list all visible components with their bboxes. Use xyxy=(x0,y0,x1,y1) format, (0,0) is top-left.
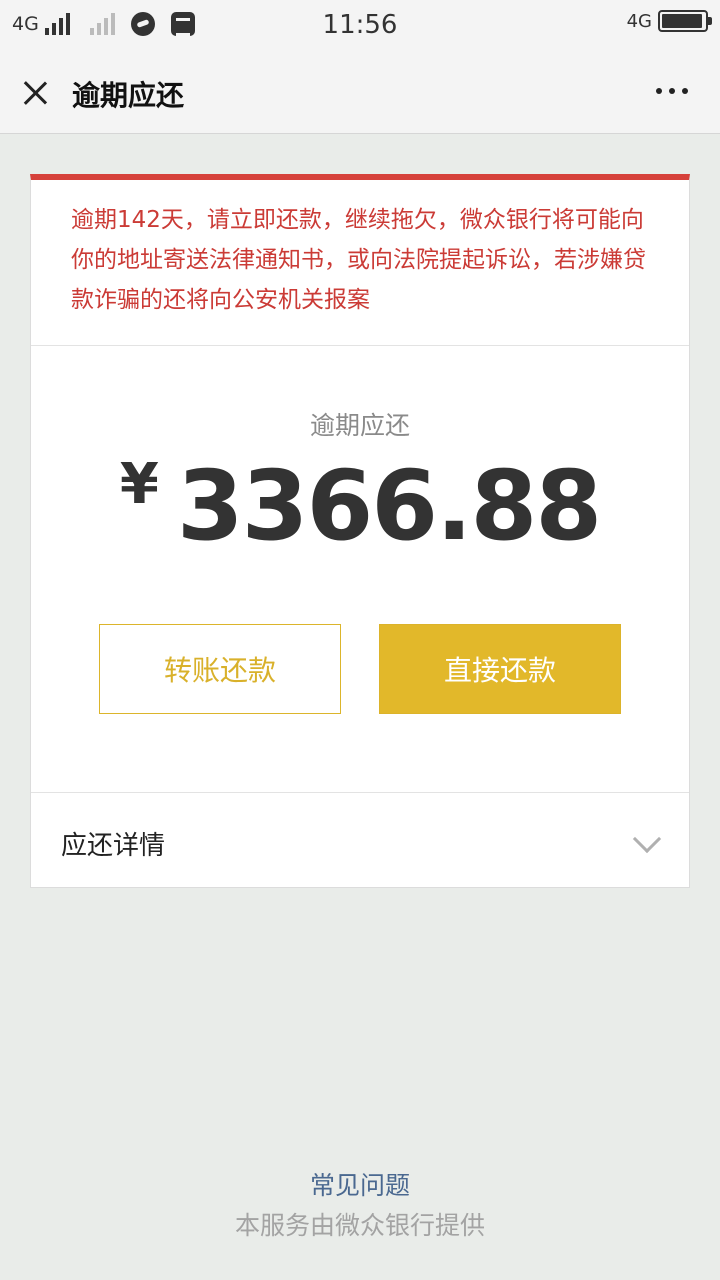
repayment-details-row[interactable]: 应还详情 xyxy=(31,792,689,892)
network-type-label-right: 4G xyxy=(626,10,652,32)
status-right: 4G xyxy=(626,10,712,32)
amount-value: 3366.88 xyxy=(176,450,602,562)
repayment-details-label: 应还详情 xyxy=(61,831,166,861)
battery-level-fill xyxy=(662,14,702,28)
status-time: 11:56 xyxy=(322,10,398,40)
battery-icon xyxy=(658,10,712,32)
currency-symbol: ¥ xyxy=(119,452,159,517)
close-icon[interactable] xyxy=(14,72,56,114)
repayment-card: 逾期142天，请立即还款，继续拖欠，微众银行将可能向你的地址寄送法律通知书，或向… xyxy=(30,174,690,888)
transfer-repay-button[interactable]: 转账还款 xyxy=(99,624,341,714)
navigation-bar: 逾期应还 xyxy=(0,52,720,134)
service-provider-text: 本服务由微众银行提供 xyxy=(234,1211,485,1240)
faq-link[interactable]: 常见问题 xyxy=(0,1166,720,1202)
chevron-down-icon xyxy=(632,824,662,854)
overdue-amount: ¥3366.88 xyxy=(31,450,689,562)
amount-label: 逾期应还 xyxy=(309,411,410,440)
more-options-icon[interactable] xyxy=(652,82,692,100)
direct-repay-button[interactable]: 直接还款 xyxy=(379,624,621,714)
page-title: 逾期应还 xyxy=(72,79,185,112)
overdue-warning-text: 逾期142天，请立即还款，继续拖欠，微众银行将可能向你的地址寄送法律通知书，或向… xyxy=(31,180,689,346)
status-bar: 4G 11:56 4G xyxy=(0,0,720,52)
